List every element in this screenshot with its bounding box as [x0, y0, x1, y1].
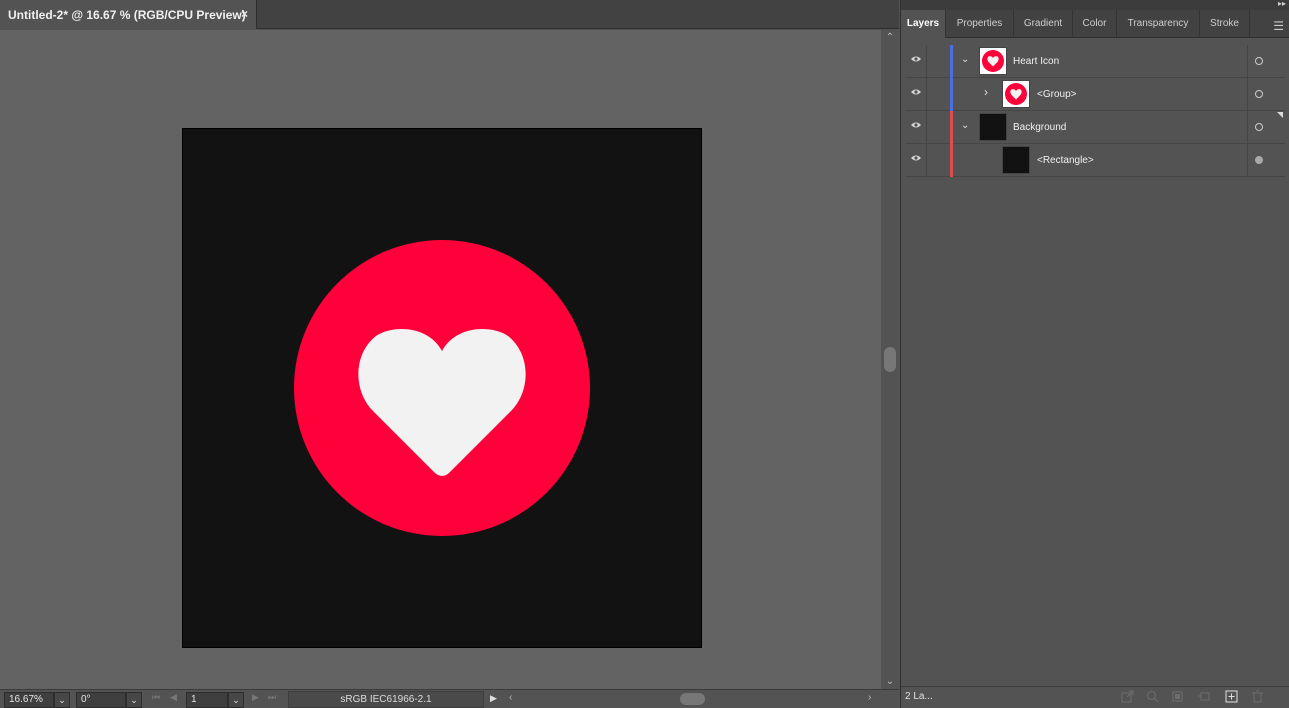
column-divider	[1247, 111, 1248, 144]
panel-corner-indicator-icon	[1277, 112, 1283, 118]
layer-name[interactable]: <Group>	[1037, 89, 1076, 100]
zoom-field[interactable]: 16.67%	[4, 692, 54, 708]
column-divider	[926, 144, 927, 177]
layer-color-bar	[950, 78, 953, 111]
close-tab-icon[interactable]: ×	[241, 7, 248, 21]
document-tab-title: Untitled-2* @ 16.67 % (RGB/CPU Preview)	[8, 7, 246, 22]
panel-tab-bar: Layers Properties Gradient Color Transpa…	[901, 10, 1289, 38]
make-clipping-mask-icon[interactable]	[1171, 690, 1184, 703]
layer-name[interactable]: Heart Icon	[1013, 56, 1059, 67]
target-circle-icon[interactable]	[1255, 123, 1263, 131]
eye-icon[interactable]	[911, 88, 921, 96]
vertical-scroll-thumb[interactable]	[884, 347, 896, 372]
export-icon[interactable]	[1121, 690, 1134, 703]
target-circle-icon[interactable]	[1255, 57, 1263, 65]
heart-thumbnail-icon	[1005, 83, 1027, 105]
status-menu-arrow-icon[interactable]: ▶	[490, 693, 497, 704]
heart-thumbnail-icon	[982, 50, 1004, 72]
layers-panel-footer: 2 La...	[901, 686, 1289, 708]
eye-icon[interactable]	[911, 121, 921, 129]
vertical-scrollbar[interactable]: ⌃ ⌄	[881, 30, 899, 689]
layer-thumbnail	[1002, 80, 1030, 108]
layer-color-bar	[950, 45, 953, 78]
panel-dock-header: ▸▸	[901, 0, 1289, 10]
layer-name[interactable]: Background	[1013, 122, 1066, 133]
chevron-right-icon[interactable]: ›	[984, 85, 988, 99]
tab-layers[interactable]: Layers	[901, 10, 946, 38]
tab-gradient[interactable]: Gradient	[1014, 10, 1073, 38]
layer-row-group[interactable]: › <Group>	[906, 78, 1285, 111]
column-divider	[926, 45, 927, 78]
delete-icon[interactable]	[1251, 690, 1264, 703]
new-sublayer-icon[interactable]	[1197, 690, 1210, 703]
scroll-left-icon[interactable]: ‹	[509, 692, 512, 703]
rotation-dropdown-chevron-icon[interactable]: ⌄	[126, 692, 142, 708]
canvas[interactable]	[0, 30, 881, 689]
horizontal-scroll-thumb[interactable]	[680, 693, 705, 705]
color-profile-label: sRGB IEC61966-2.1	[288, 691, 484, 708]
eye-icon[interactable]	[911, 154, 921, 162]
layer-row-heart-icon[interactable]: ⌄ Heart Icon	[906, 45, 1285, 78]
artboard-dropdown-chevron-icon[interactable]: ⌄	[228, 692, 244, 708]
artboard[interactable]	[182, 128, 702, 648]
tab-stroke[interactable]: Stroke	[1200, 10, 1250, 38]
layer-row-background[interactable]: ⌄ Background	[906, 111, 1285, 144]
layer-row-rectangle[interactable]: <Rectangle>	[906, 144, 1285, 177]
tab-transparency[interactable]: Transparency	[1117, 10, 1200, 38]
layers-panel-dock: ▸▸ Layers Properties Gradient Color Tran…	[900, 0, 1289, 708]
layer-color-bar	[950, 144, 953, 177]
target-filled-icon[interactable]	[1255, 156, 1263, 164]
previous-artboard-icon[interactable]: ◀	[170, 692, 177, 703]
column-divider	[1247, 144, 1248, 177]
locate-object-icon[interactable]	[1146, 690, 1159, 703]
column-divider	[926, 78, 927, 111]
tab-color[interactable]: Color	[1073, 10, 1117, 38]
artboard-number-field[interactable]: 1	[186, 692, 228, 708]
rotation-field[interactable]: 0°	[76, 692, 126, 708]
chevron-down-icon[interactable]: ⌄	[961, 54, 969, 65]
chevron-down-icon[interactable]: ⌄	[961, 120, 969, 131]
scroll-up-icon[interactable]: ⌃	[881, 32, 899, 43]
document-window: Untitled-2* @ 16.67 % (RGB/CPU Preview) …	[0, 0, 899, 708]
layer-thumbnail	[979, 113, 1007, 141]
layer-color-bar	[950, 111, 953, 144]
collapse-panels-icon[interactable]: ▸▸	[1278, 0, 1286, 8]
panel-menu-icon[interactable]: ☰	[1273, 19, 1284, 33]
target-circle-icon[interactable]	[1255, 90, 1263, 98]
new-layer-icon[interactable]	[1225, 690, 1238, 703]
last-artboard-icon[interactable]: ⏭	[268, 692, 276, 703]
column-divider	[1247, 78, 1248, 111]
layers-list: ⌄ Heart Icon › <Group> ⌄ Background <Rec…	[906, 45, 1285, 685]
tab-properties[interactable]: Properties	[946, 10, 1014, 38]
first-artboard-icon[interactable]: ⏮	[152, 692, 160, 703]
column-divider	[1247, 45, 1248, 78]
layer-thumbnail	[979, 47, 1007, 75]
scroll-down-icon[interactable]: ⌄	[881, 676, 899, 687]
layer-thumbnail	[1002, 146, 1030, 174]
layer-count-label: 2 La...	[905, 691, 933, 702]
column-divider	[926, 111, 927, 144]
artwork[interactable]	[183, 129, 703, 649]
layer-name[interactable]: <Rectangle>	[1037, 155, 1094, 166]
status-bar: 16.67% ⌄ 0° ⌄ ⏮ ◀ 1 ⌄ ▶ ⏭ sRGB IEC61966-…	[0, 689, 899, 708]
document-tab-bar: Untitled-2* @ 16.67 % (RGB/CPU Preview) …	[0, 0, 899, 29]
scroll-right-icon[interactable]: ›	[868, 692, 871, 703]
zoom-dropdown-chevron-icon[interactable]: ⌄	[54, 692, 70, 708]
next-artboard-icon[interactable]: ▶	[252, 692, 259, 703]
document-tab[interactable]: Untitled-2* @ 16.67 % (RGB/CPU Preview) …	[0, 0, 257, 29]
eye-icon[interactable]	[911, 55, 921, 63]
